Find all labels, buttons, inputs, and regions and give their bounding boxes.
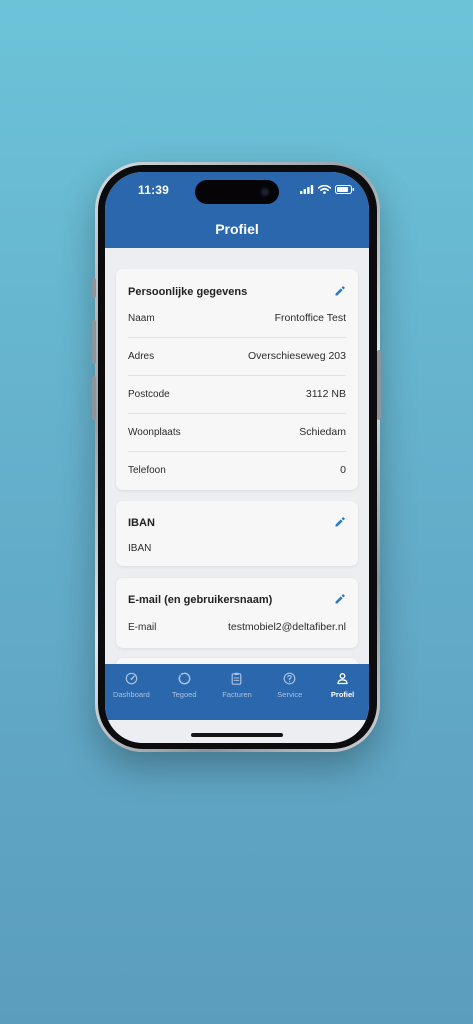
nav-service-label: Service xyxy=(277,690,303,699)
name-value: Frontoffice Test xyxy=(274,312,346,324)
divider xyxy=(128,451,346,452)
phone-row: Telefoon 0 xyxy=(128,462,346,478)
clipboard-icon xyxy=(232,672,242,685)
name-label: Naam xyxy=(128,312,155,324)
phone-screen: 11:39 Profiel Persoonlijke gegevens Naam… xyxy=(105,172,369,743)
nav-facturen[interactable]: Facturen xyxy=(211,664,264,720)
volume-down-button xyxy=(92,376,96,420)
personal-data-title: Persoonlijke gegevens xyxy=(128,286,248,298)
postcode-row: Postcode 3112 NB xyxy=(128,386,346,402)
email-card: E-mail (en gebruikersnaam) E-mail testmo… xyxy=(116,578,358,648)
home-area xyxy=(105,720,369,743)
postcode-value: 3112 NB xyxy=(305,388,346,400)
signal-bars-icon xyxy=(300,185,314,194)
status-icons xyxy=(300,185,355,194)
email-title: E-mail (en gebruikersnaam) xyxy=(128,594,273,606)
personal-data-card: Persoonlijke gegevens Naam Frontoffice T… xyxy=(116,269,358,490)
postcode-label: Postcode xyxy=(128,388,170,400)
nav-profiel[interactable]: Profiel xyxy=(316,664,369,720)
email-row: E-mail testmobiel2@deltafiber.nl xyxy=(128,619,346,635)
nav-dashboard[interactable]: Dashboard xyxy=(105,664,158,720)
email-label: E-mail xyxy=(128,621,157,633)
iban-row: IBAN xyxy=(128,540,346,556)
speedometer-icon xyxy=(125,672,138,685)
phone-value: 0 xyxy=(340,464,346,476)
dynamic-island xyxy=(195,180,279,204)
wifi-icon xyxy=(318,185,331,194)
iban-title: IBAN xyxy=(128,517,155,529)
city-row: Woonplaats Schiedam xyxy=(128,424,346,440)
address-row: Adres Overschieseweg 203 xyxy=(128,348,346,364)
home-indicator[interactable] xyxy=(191,733,283,737)
circle-progress-icon xyxy=(178,672,191,685)
divider xyxy=(128,413,346,414)
help-circle-icon xyxy=(283,672,296,685)
address-label: Adres xyxy=(128,350,155,362)
divider xyxy=(128,337,346,338)
status-time: 11:39 xyxy=(138,183,170,197)
nav-facturen-label: Facturen xyxy=(222,690,252,699)
mute-switch xyxy=(92,278,96,298)
city-label: Woonplaats xyxy=(128,426,181,438)
email-value: testmobiel2@deltafiber.nl xyxy=(227,621,346,633)
bottom-nav: Dashboard Tegoed Facturen Service Profie… xyxy=(105,664,369,720)
nav-profiel-label: Profiel xyxy=(330,690,355,699)
person-icon xyxy=(337,673,348,685)
volume-up-button xyxy=(92,320,96,364)
divider xyxy=(128,375,346,376)
name-row: Naam Frontoffice Test xyxy=(128,310,346,326)
phone-label: Telefoon xyxy=(128,464,166,476)
pencil-icon[interactable] xyxy=(334,516,346,528)
app-header: 11:39 Profiel xyxy=(105,172,369,248)
page-title: Profiel xyxy=(215,221,259,237)
battery-icon xyxy=(335,185,355,194)
power-button xyxy=(377,350,381,420)
camera-icon xyxy=(260,187,270,197)
city-value: Schiedam xyxy=(299,426,346,438)
address-value: Overschieseweg 203 xyxy=(247,350,346,362)
pencil-icon[interactable] xyxy=(334,593,346,605)
app-background: 11:39 Profiel Persoonlijke gegevens Naam… xyxy=(0,0,473,1024)
nav-tegoed[interactable]: Tegoed xyxy=(158,664,211,720)
iban-card: IBAN IBAN xyxy=(116,501,358,566)
nav-tegoed-label: Tegoed xyxy=(171,690,197,699)
nav-service[interactable]: Service xyxy=(263,664,316,720)
iban-label: IBAN xyxy=(128,542,152,554)
nav-dashboard-label: Dashboard xyxy=(113,690,150,699)
pencil-icon[interactable] xyxy=(334,285,346,297)
profile-content[interactable]: Persoonlijke gegevens Naam Frontoffice T… xyxy=(105,248,369,664)
